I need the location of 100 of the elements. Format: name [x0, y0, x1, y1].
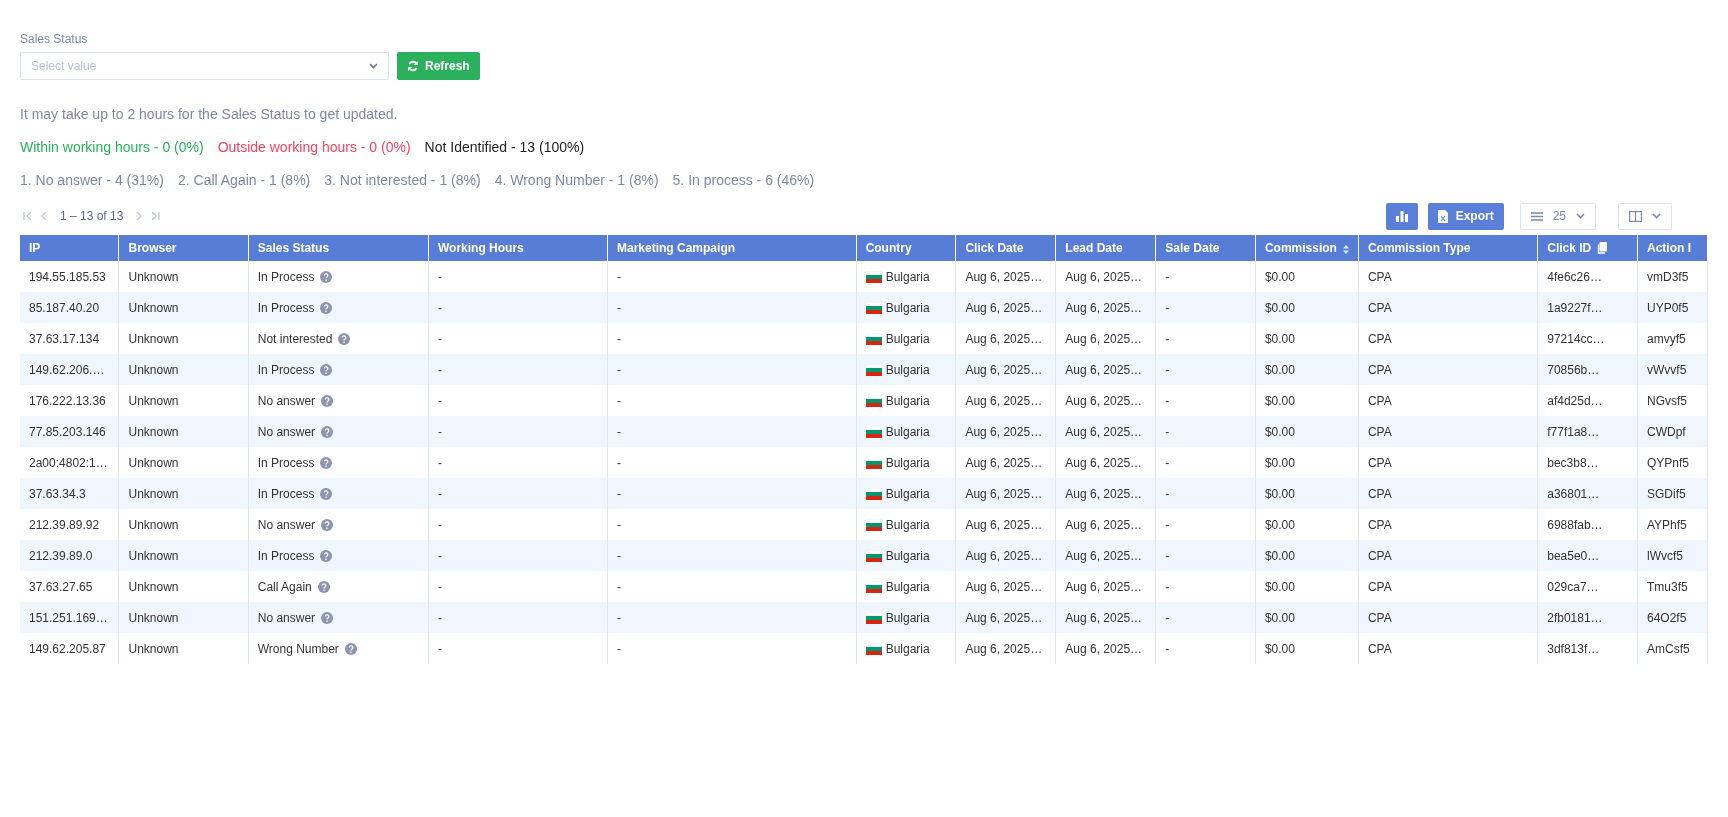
page-size-select[interactable]: 25: [1519, 202, 1596, 230]
spreadsheet-file-icon: [1437, 209, 1448, 223]
table-cell: 3df813f…: [1537, 633, 1638, 664]
table-cell: CPA: [1358, 633, 1538, 664]
select-field[interactable]: Select value: [20, 52, 389, 80]
table-cell: -: [607, 633, 857, 664]
field-label: Sales Status: [20, 31, 88, 48]
table-cell: Bulgaria: [856, 633, 956, 664]
table-cell: $0.00: [1255, 602, 1359, 633]
flag-icon: [865, 301, 882, 314]
table-cell: Unknown: [118, 633, 249, 664]
table-cell: Bulgaria: [856, 354, 956, 385]
table-cell: -: [428, 540, 608, 571]
table-cell: CPA: [1358, 540, 1538, 571]
table-cell: Aug 6, 2025…: [955, 602, 1056, 633]
table-cell: -: [1155, 633, 1256, 664]
table-cell: Bulgaria: [856, 602, 956, 633]
help-icon[interactable]: [320, 487, 333, 500]
help-icon[interactable]: [320, 363, 333, 376]
table-cell: vWvvf5: [1637, 354, 1708, 385]
chevron-down-icon: [369, 63, 378, 69]
table-cell: CPA: [1358, 602, 1538, 633]
table-cell: -: [1155, 292, 1256, 323]
table-cell: f77f1a8…: [1537, 416, 1638, 447]
help-icon[interactable]: [320, 549, 333, 562]
table-cell: 64O2f5: [1637, 602, 1708, 633]
table-cell: $0.00: [1255, 478, 1359, 509]
flag-icon: [865, 394, 882, 407]
table-cell: 151.251.169…: [20, 602, 119, 633]
column-header: Click ID: [1537, 235, 1638, 261]
copy-icon[interactable]: [1597, 242, 1608, 254]
table-cell: Aug 6, 2025…: [955, 540, 1056, 571]
table-cell: -: [1155, 478, 1256, 509]
table-cell: a36801…: [1537, 478, 1638, 509]
table-cell: -: [607, 540, 857, 571]
table-cell: In Process: [248, 478, 429, 509]
table-cell: Aug 6, 2025…: [1055, 478, 1156, 509]
help-icon[interactable]: [317, 580, 330, 593]
table-cell: $0.00: [1255, 354, 1359, 385]
table-cell: bea5e0…: [1537, 540, 1638, 571]
table-cell: Unknown: [118, 354, 249, 385]
help-icon[interactable]: [321, 611, 334, 624]
table-cell: $0.00: [1255, 416, 1359, 447]
column-header: IP: [20, 235, 119, 261]
chevron-down-icon: [1652, 213, 1661, 219]
stat-text: 3. Not interested - 1 (8%): [324, 171, 481, 190]
sort-icon: [1342, 245, 1349, 254]
columns-icon: [1629, 210, 1642, 222]
help-icon[interactable]: [338, 332, 351, 345]
stat-text: Outside working hours - 0 (0%): [217, 138, 411, 157]
chart-button[interactable]: [1385, 202, 1418, 230]
table-cell: 1a9227f…: [1537, 292, 1638, 323]
bar-chart-icon: [1395, 210, 1408, 222]
table-cell: $0.00: [1255, 540, 1359, 571]
help-icon[interactable]: [344, 642, 357, 655]
table-cell: 149.62.206.…: [20, 354, 119, 385]
column-header[interactable]: Commission: [1255, 235, 1359, 261]
table-cell: -: [607, 478, 857, 509]
flag-icon: [865, 580, 882, 593]
table-cell: -: [607, 602, 857, 633]
first-page-icon: [22, 210, 34, 222]
table-cell: -: [1155, 354, 1256, 385]
table-cell: Bulgaria: [856, 478, 956, 509]
export-button[interactable]: Export: [1427, 202, 1504, 230]
chevron-down-icon: [1576, 213, 1585, 219]
notice-text: It may take up to 2 hours for the Sales Status to get updated.: [20, 105, 399, 124]
stat-text: 4. Wrong Number - 1 (8%): [494, 171, 659, 190]
help-icon[interactable]: [321, 518, 334, 531]
table-cell: -: [428, 354, 608, 385]
help-icon[interactable]: [320, 301, 333, 314]
table-cell: Bulgaria: [856, 540, 956, 571]
stat-text: 1. No answer - 4 (31%): [20, 171, 164, 190]
column-header: Lead Date: [1055, 235, 1156, 261]
table-cell: -: [1155, 602, 1256, 633]
table-cell: Unknown: [118, 478, 249, 509]
table-cell: -: [607, 416, 857, 447]
help-icon[interactable]: [321, 394, 334, 407]
table-cell: $0.00: [1255, 633, 1359, 664]
table-cell: CWDpf: [1637, 416, 1708, 447]
table-cell: lWvcf5: [1637, 540, 1708, 571]
help-icon[interactable]: [320, 456, 333, 469]
table-cell: -: [428, 602, 608, 633]
refresh-button[interactable]: Refresh: [397, 52, 480, 80]
table-cell: AmCsf5: [1637, 633, 1708, 664]
table-cell: Aug 6, 2025…: [955, 354, 1056, 385]
stat-text: Not Identified - 13 (100%): [424, 138, 585, 157]
help-icon[interactable]: [320, 270, 333, 283]
flag-icon: [865, 363, 882, 376]
table-cell: In Process: [248, 540, 429, 571]
table-cell: No answer: [248, 602, 429, 633]
column-header: Sales Status: [248, 235, 429, 261]
column-header: Action I: [1637, 235, 1708, 261]
help-icon[interactable]: [321, 425, 334, 438]
table-cell: -: [428, 633, 608, 664]
table-cell: $0.00: [1255, 292, 1359, 323]
table-cell: Aug 6, 2025…: [1055, 292, 1156, 323]
table-cell: Aug 6, 2025…: [1055, 633, 1156, 664]
table-cell: Unknown: [118, 602, 249, 633]
columns-button[interactable]: [1618, 202, 1672, 230]
flag-icon: [865, 549, 882, 562]
